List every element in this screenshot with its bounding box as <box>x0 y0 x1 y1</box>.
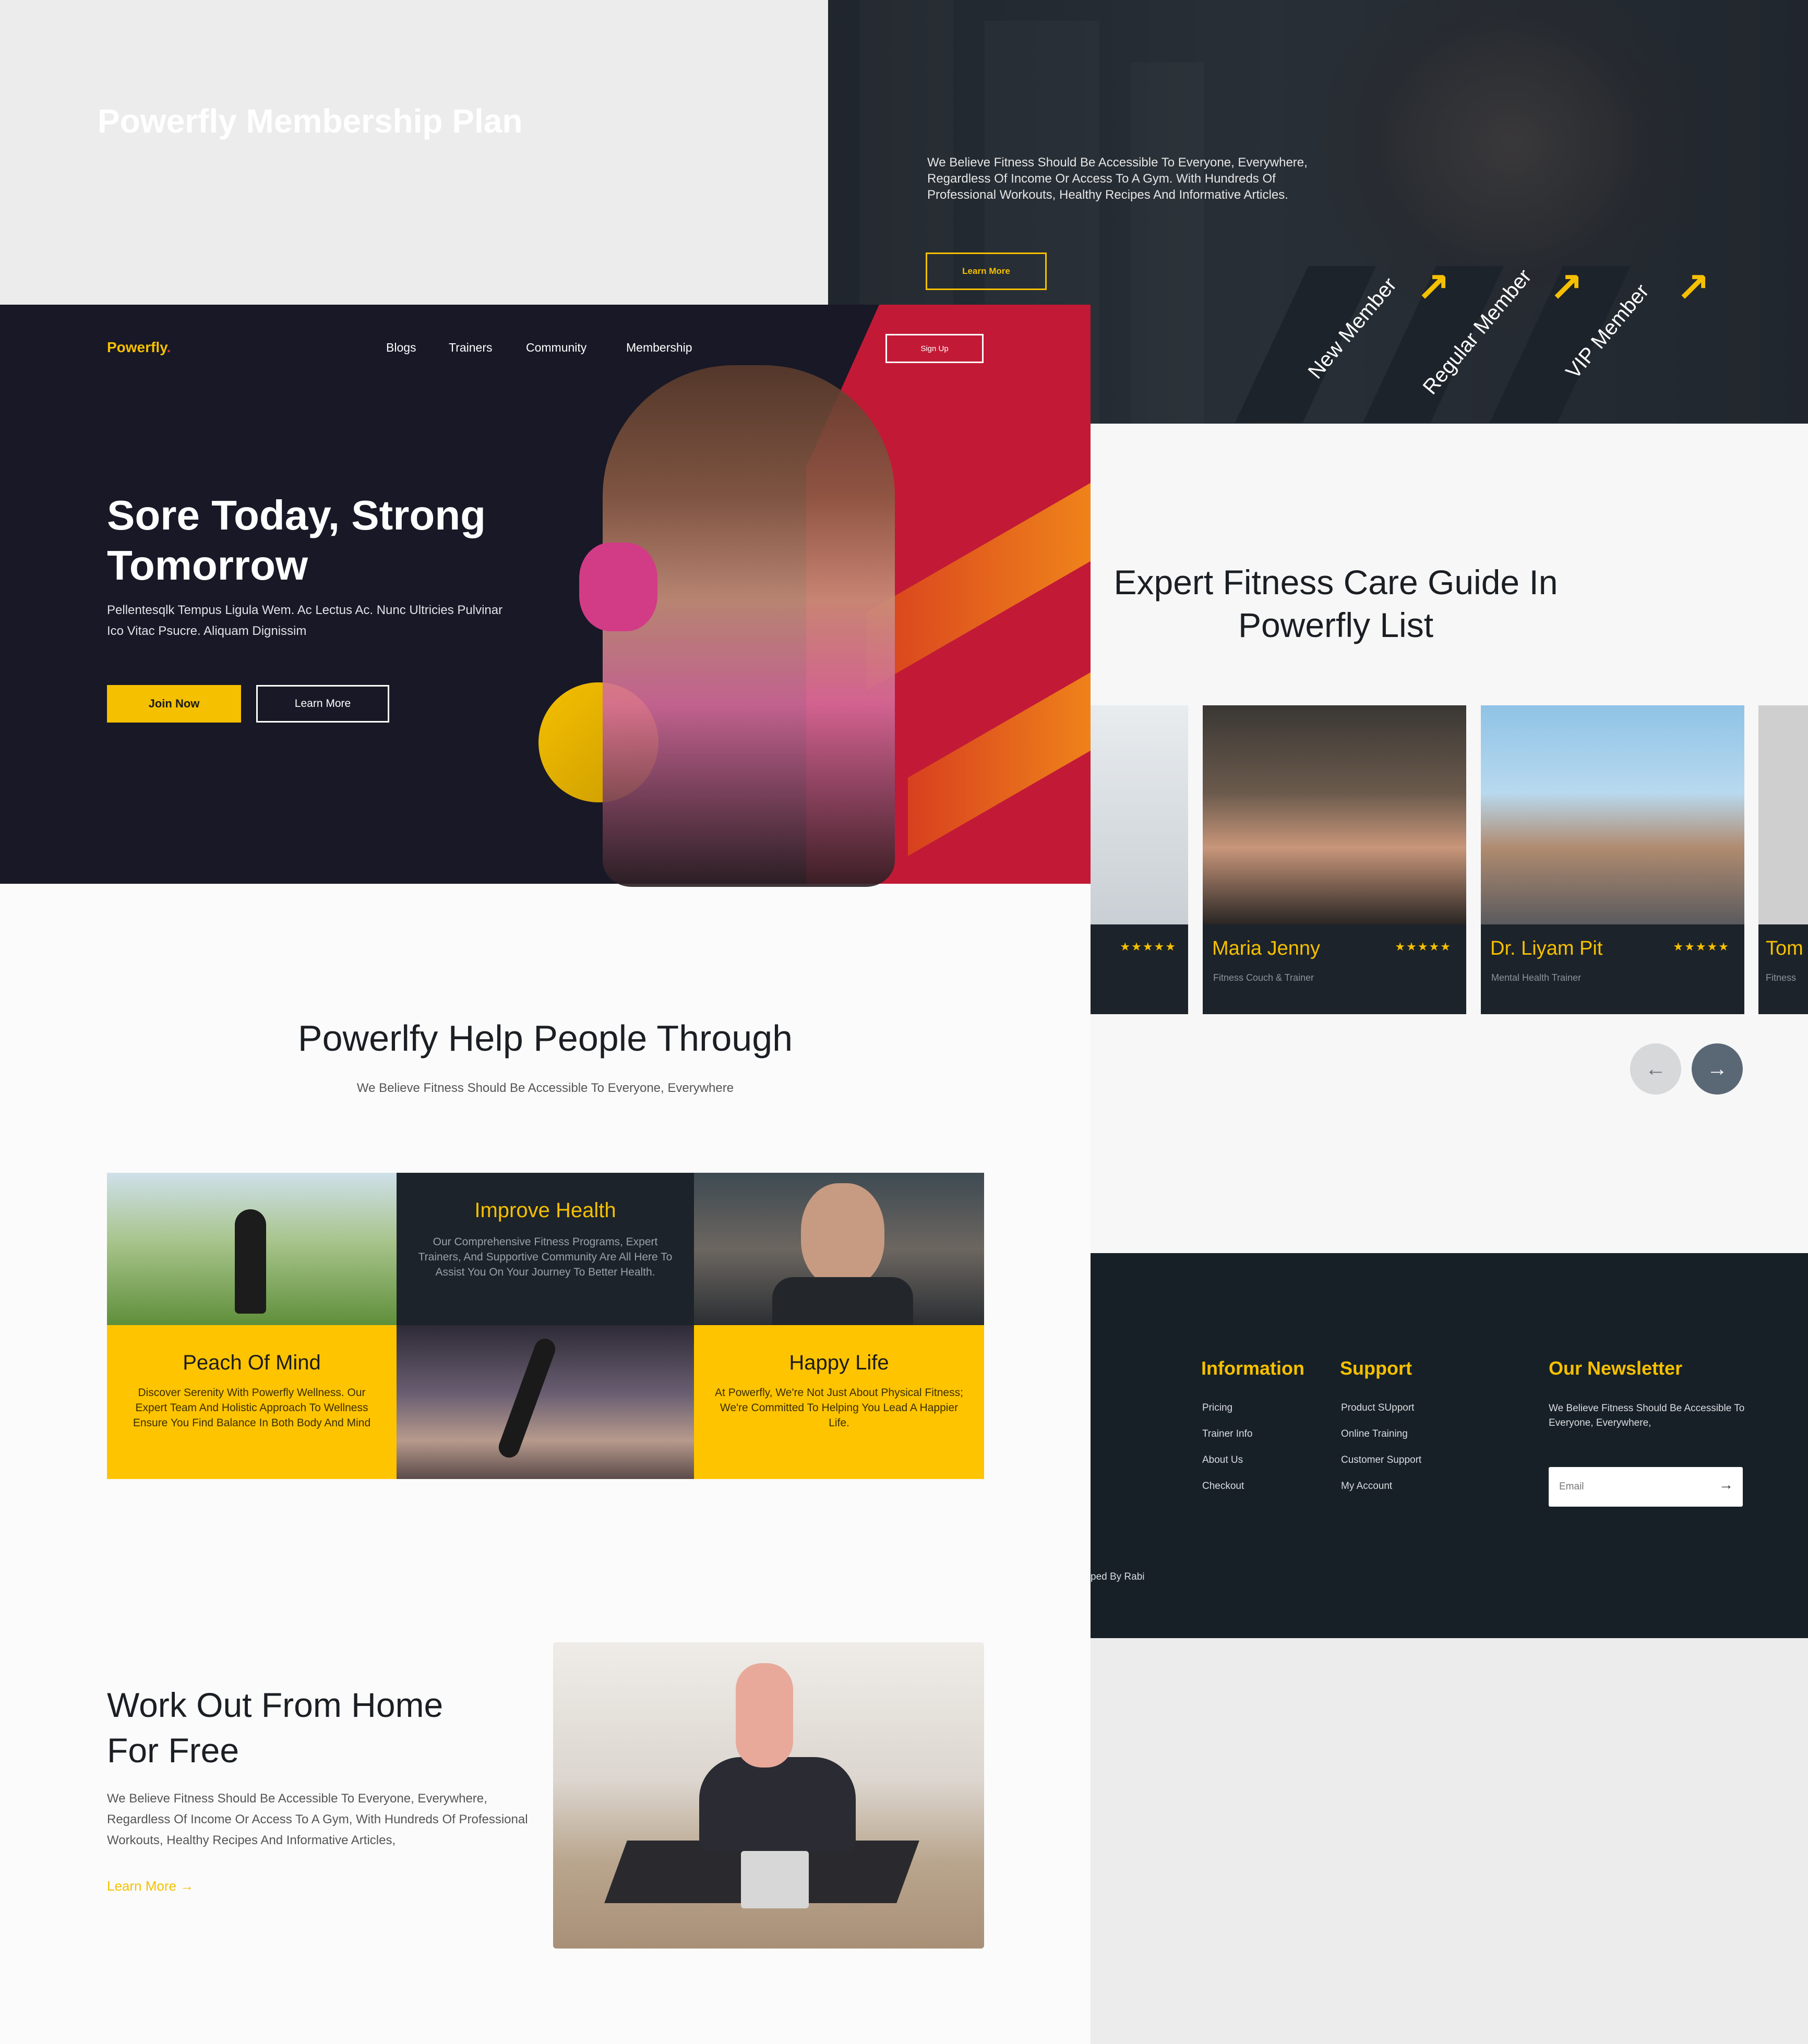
footer-link-checkout[interactable]: Checkout <box>1202 1481 1244 1492</box>
trainer-photo <box>1203 705 1466 924</box>
trainer-name: Tom <box>1766 937 1803 959</box>
footer-link-online-training[interactable]: Online Training <box>1341 1428 1408 1440</box>
help-subtitle: We Believe Fitness Should Be Accessible … <box>356 1081 734 1095</box>
nav-blogs[interactable]: Blogs <box>386 341 416 355</box>
trainer-name: Maria Jenny <box>1212 937 1320 959</box>
happy-life-card: Happy Life At Powerfly, We're Not Just A… <box>694 1325 984 1479</box>
home-workout-image <box>553 1642 984 1949</box>
trainer-role: Fitness Couch & Trainer <box>1213 972 1314 983</box>
arrow-left-icon: ← <box>1645 1057 1666 1080</box>
yoga-pose-image <box>397 1325 694 1479</box>
experts-title: Expert Fitness Care Guide In Powerfly Li… <box>1113 563 1558 644</box>
join-now-button[interactable]: Join Now <box>107 685 241 723</box>
newsletter-text: We Believe Fitness Should Be Accessible … <box>1549 1403 1745 1428</box>
workout-description: We Believe Fitness Should Be Accessible … <box>107 1791 528 1847</box>
meditation-image <box>107 1173 397 1325</box>
newsletter-form: → <box>1549 1467 1743 1507</box>
trainer-card-tom[interactable]: Tom Fitness <box>1758 705 1808 1014</box>
trainer-card-liyam[interactable]: Dr. Liyam Pit Mental Health Trainer ★★★★… <box>1481 705 1744 1014</box>
footer <box>1091 1253 1808 1638</box>
membership-title: Powerfly Membership Plan <box>98 102 523 140</box>
trainer-role: Mental Health Trainer <box>1491 972 1582 983</box>
improve-health-text: Our Comprehensive Fitness Programs, Expe… <box>418 1236 673 1278</box>
trainer-card-maria[interactable]: Maria Jenny Fitness Couch & Trainer ★★★★… <box>1203 705 1466 1014</box>
nav-community[interactable]: Community <box>526 341 586 355</box>
hero-description: Pellentesqlk Tempus Ligula Wem. Ac Lectu… <box>107 603 503 638</box>
membership-description: We Believe Fitness Should Be Accessible … <box>927 155 1308 202</box>
arrow-right-icon: → <box>180 1878 194 1894</box>
smiling-man-image <box>694 1173 984 1325</box>
happy-life-text: At Powerfly, We're Not Just About Physic… <box>715 1387 963 1429</box>
footer-link-about-us[interactable]: About Us <box>1202 1454 1243 1466</box>
improve-health-title: Improve Health <box>474 1199 616 1222</box>
arrow-up-right-icon[interactable]: ↗ <box>1549 267 1583 308</box>
trainer-card-partial[interactable]: ★★★★★ <box>1091 705 1188 1014</box>
footer-link-my-account[interactable]: My Account <box>1341 1481 1392 1492</box>
hero-woman-image <box>603 365 895 887</box>
footer-link-product-support[interactable]: Product SUpport <box>1341 1402 1414 1414</box>
workout-title: Work Out From Home For Free <box>107 1686 444 1770</box>
arrow-up-right-icon[interactable]: ↗ <box>1676 267 1710 308</box>
happy-life-title: Happy Life <box>789 1351 889 1374</box>
rating-stars: ★★★★★ <box>1395 940 1452 953</box>
footer-support-heading: Support <box>1340 1357 1412 1379</box>
help-title: Powerlfy Help People Through <box>297 1018 793 1059</box>
arrow-right-icon: → <box>1707 1057 1728 1080</box>
trainer-photo <box>1481 705 1744 924</box>
hero-title: Sore Today, Strong Tomorrow <box>107 492 486 588</box>
rating-stars: ★★★★★ <box>1673 940 1730 953</box>
footer-link-pricing[interactable]: Pricing <box>1202 1402 1232 1414</box>
nav-trainers[interactable]: Trainers <box>449 341 493 355</box>
footer-newsletter-heading: Our Newsletter <box>1549 1357 1683 1379</box>
rating-stars: ★★★★★ <box>1120 940 1177 953</box>
email-input[interactable] <box>1559 1467 1710 1507</box>
dumbbell-icon <box>579 543 657 631</box>
nav-membership[interactable]: Membership <box>626 341 692 355</box>
footer-link-trainer-info[interactable]: Trainer Info <box>1202 1428 1252 1440</box>
trainer-name: Dr. Liyam Pit <box>1490 937 1603 959</box>
trainer-role: Fitness <box>1766 972 1797 983</box>
footer-link-customer-support[interactable]: Customer Support <box>1341 1454 1421 1466</box>
peace-of-mind-text: Discover Serenity With Powerfly Wellness… <box>133 1387 371 1429</box>
workout-learn-more-link[interactable]: Learn More → <box>107 1878 194 1894</box>
membership-learn-more-button[interactable]: Learn More <box>926 253 1047 290</box>
arrow-up-right-icon[interactable]: ↗ <box>1416 267 1450 308</box>
carousel-next-button[interactable]: → <box>1692 1043 1743 1095</box>
improve-health-card: Improve Health Our Comprehensive Fitness… <box>397 1173 694 1325</box>
hero-learn-more-button[interactable]: Learn More <box>256 685 389 723</box>
footer-credit: ped By Rabi <box>1091 1571 1145 1582</box>
carousel-prev-button[interactable]: ← <box>1630 1043 1681 1095</box>
peace-of-mind-card: Peach Of Mind Discover Serenity With Pow… <box>107 1325 397 1479</box>
footer-information-heading: Information <box>1201 1357 1304 1379</box>
logo[interactable]: Powerfly. <box>107 339 171 356</box>
submit-arrow-icon[interactable]: → <box>1719 1476 1733 1493</box>
peace-of-mind-title: Peach Of Mind <box>183 1351 321 1374</box>
hero-section <box>0 305 1091 884</box>
signup-button[interactable]: Sign Up <box>885 334 984 363</box>
